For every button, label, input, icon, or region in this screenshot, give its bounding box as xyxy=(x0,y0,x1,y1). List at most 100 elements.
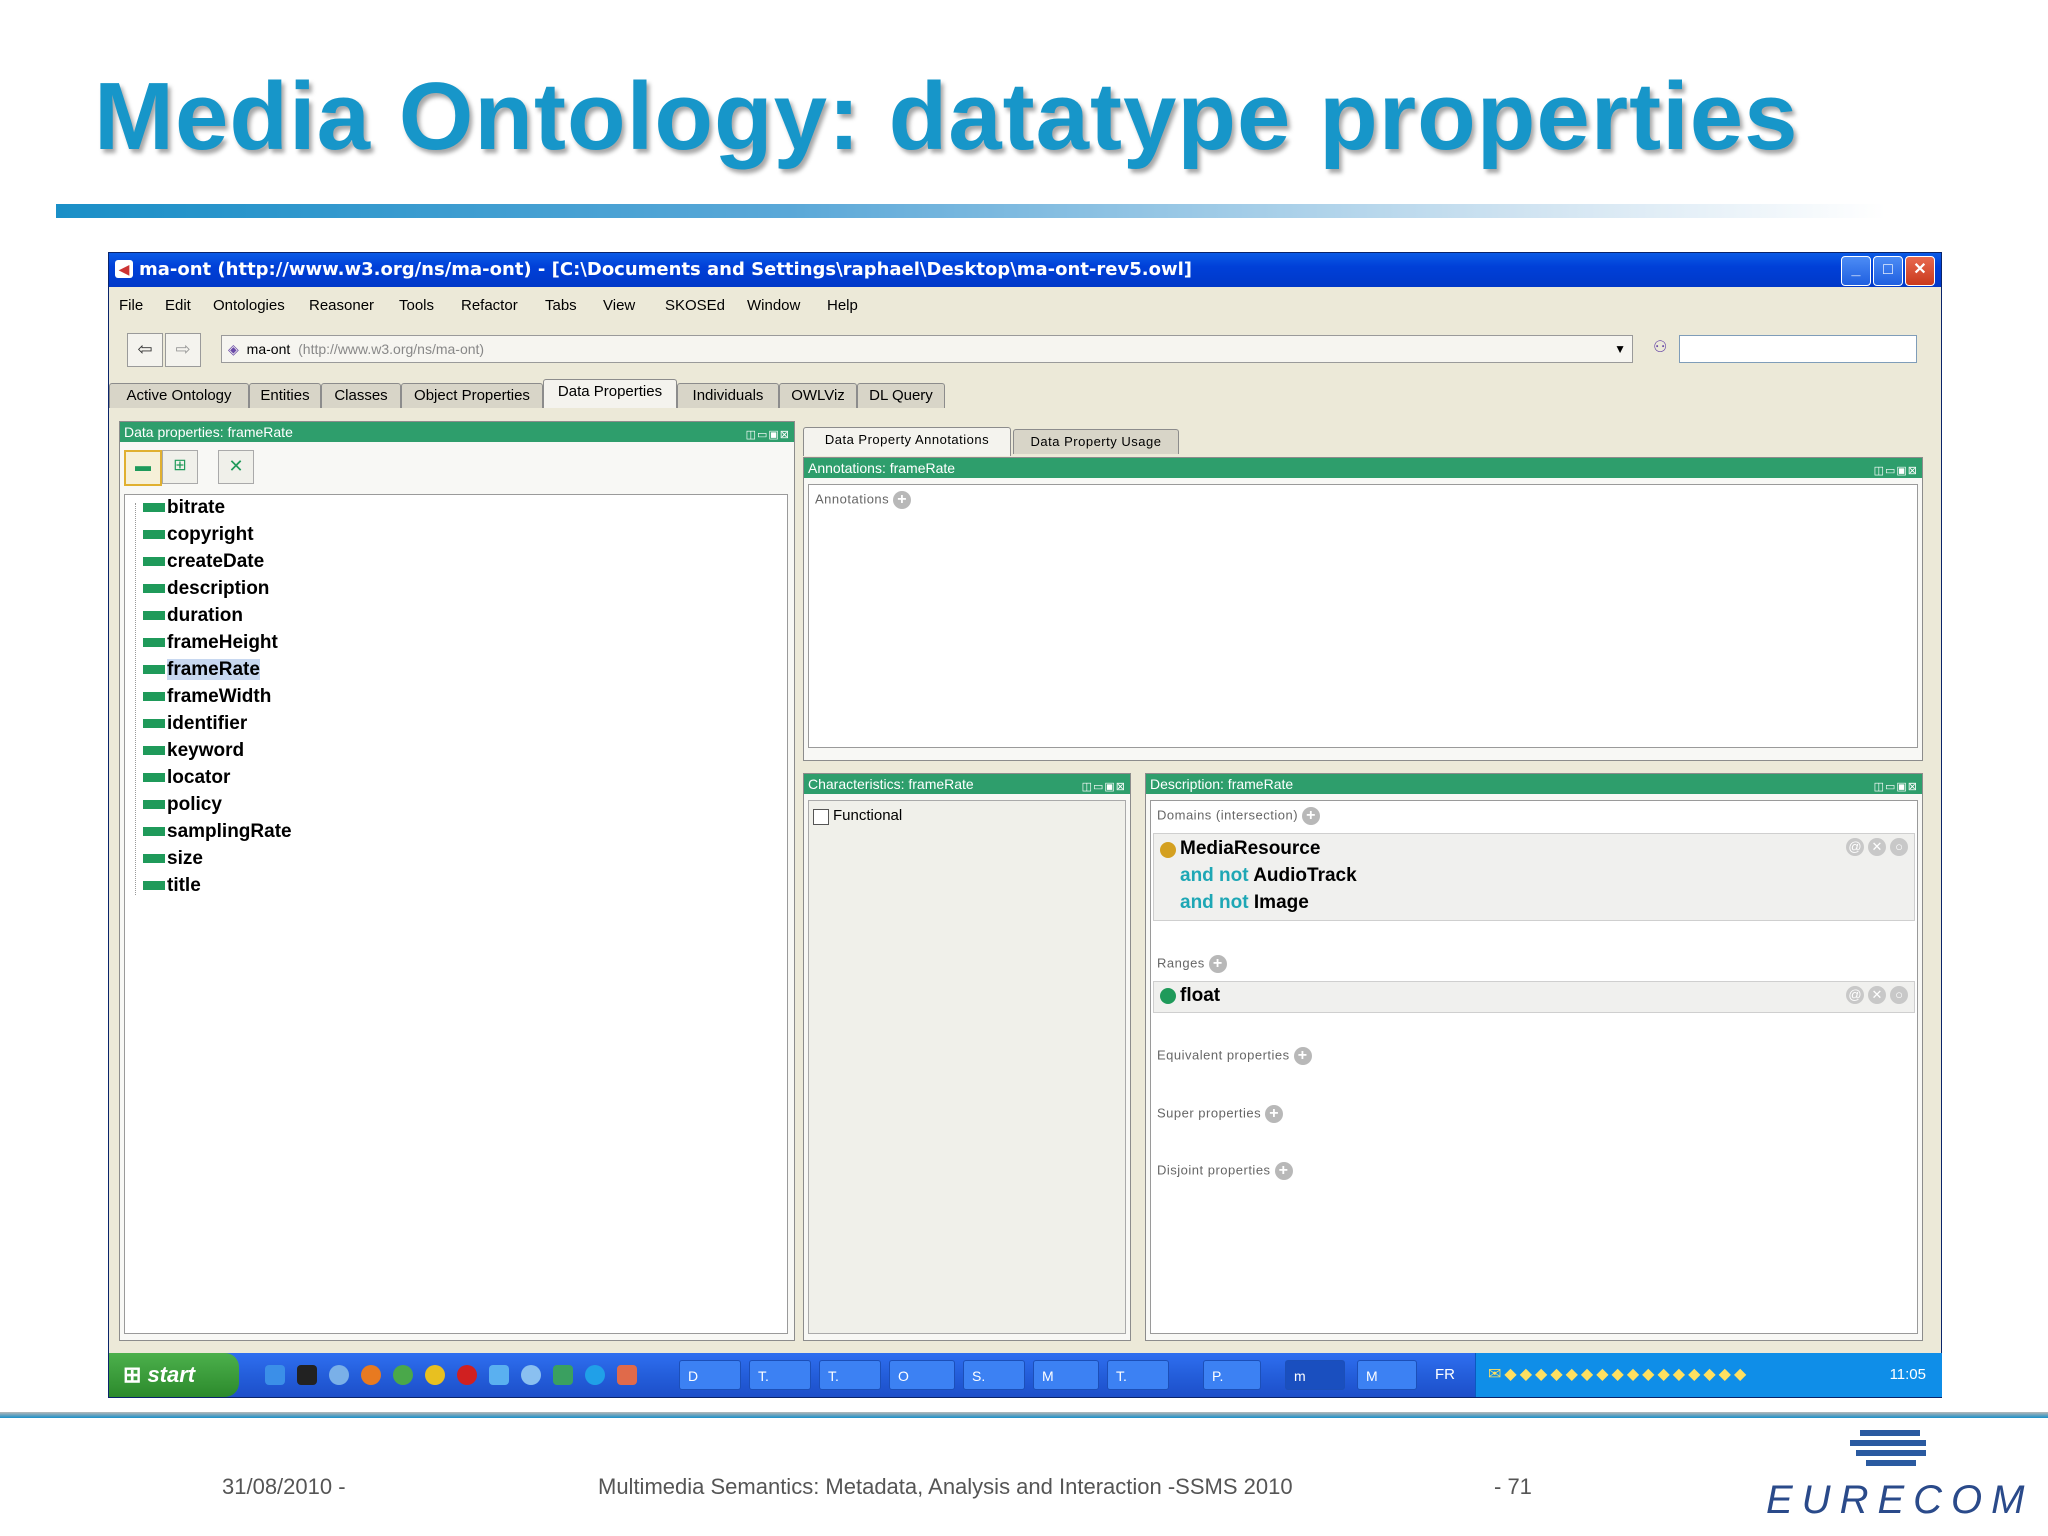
tree-item-identifier[interactable]: identifier xyxy=(143,713,247,735)
tree-item-samplingrate[interactable]: samplingRate xyxy=(143,821,292,843)
tab-active-ontology[interactable]: Active Ontology xyxy=(109,383,249,408)
menu-refactor[interactable]: Refactor xyxy=(461,297,518,314)
task-button-6[interactable]: M xyxy=(1033,1360,1099,1390)
close-button[interactable]: ✕ xyxy=(1905,256,1935,286)
delete-icon[interactable]: ✕ xyxy=(1868,986,1886,1004)
tree-item-title[interactable]: title xyxy=(143,875,201,897)
panel-controls-icon[interactable]: ◫▭▣⊠ xyxy=(1874,461,1918,481)
tab-dl-query[interactable]: DL Query xyxy=(857,383,945,408)
quicklaunch-app5-icon[interactable] xyxy=(617,1365,637,1385)
tab-data-property-usage[interactable]: Data Property Usage xyxy=(1013,429,1179,454)
menu-edit[interactable]: Edit xyxy=(165,297,191,314)
chevron-down-icon[interactable]: ▼ xyxy=(1614,336,1626,362)
tree-item-frameheight[interactable]: frameHeight xyxy=(143,632,278,654)
data-properties-panel: Data properties: frameRate ◫▭▣⊠ ▬ ⊞ ✕ bi… xyxy=(119,421,795,1341)
maximize-button[interactable]: □ xyxy=(1873,256,1903,286)
quicklaunch-chrome-icon[interactable] xyxy=(425,1365,445,1385)
quicklaunch-app-icon[interactable] xyxy=(329,1365,349,1385)
edit-icon[interactable]: ○ xyxy=(1890,838,1908,856)
quicklaunch-app2-icon[interactable] xyxy=(393,1365,413,1385)
annotate-icon[interactable]: @ xyxy=(1846,838,1864,856)
tab-classes[interactable]: Classes xyxy=(321,383,401,408)
binoculars-icon[interactable]: ⚇ xyxy=(1653,337,1667,357)
domain-expression-box[interactable]: MediaResource and not AudioTrack and not… xyxy=(1153,833,1915,921)
start-button[interactable]: ⊞ start xyxy=(109,1353,239,1397)
quicklaunch-firefox-icon[interactable] xyxy=(361,1365,381,1385)
panel-controls-icon[interactable]: ◫▭▣⊠ xyxy=(746,425,790,445)
delete-icon[interactable]: ✕ xyxy=(1868,838,1886,856)
tree-item-description[interactable]: description xyxy=(143,578,269,600)
task-button-8[interactable]: P. xyxy=(1203,1360,1261,1390)
quicklaunch-ie2-icon[interactable] xyxy=(489,1365,509,1385)
menu-skosed[interactable]: SKOSEd xyxy=(665,297,725,314)
delete-property-button[interactable]: ✕ xyxy=(218,450,254,484)
back-arrow-icon[interactable]: ⇦ xyxy=(127,333,163,367)
task-button-10[interactable]: M xyxy=(1357,1360,1417,1390)
add-super-icon[interactable]: + xyxy=(1265,1105,1284,1123)
tab-object-properties[interactable]: Object Properties xyxy=(401,383,543,408)
ontology-selector[interactable]: ◈ ma-ont (http://www.w3.org/ns/ma-ont) ▼ xyxy=(221,335,1633,363)
range-expression-box[interactable]: float @ ✕ ○ xyxy=(1153,981,1915,1013)
tree-item-keyword[interactable]: keyword xyxy=(143,740,244,762)
tab-entities[interactable]: Entities xyxy=(249,383,321,408)
menu-ontologies[interactable]: Ontologies xyxy=(213,297,285,314)
tree-item-size[interactable]: size xyxy=(143,848,203,870)
quicklaunch-skype-icon[interactable] xyxy=(585,1365,605,1385)
description-header: Description: frameRate ◫▭▣⊠ xyxy=(1146,774,1922,794)
search-input[interactable] xyxy=(1679,335,1917,363)
task-button-7[interactable]: T. xyxy=(1107,1360,1169,1390)
forward-arrow-icon[interactable]: ⇨ xyxy=(165,333,201,367)
edit-icon[interactable]: ○ xyxy=(1890,986,1908,1004)
tree-item-copyright[interactable]: copyright xyxy=(143,524,254,546)
quicklaunch-opera-icon[interactable] xyxy=(457,1365,477,1385)
task-button-5[interactable]: S. xyxy=(963,1360,1025,1390)
tab-data-property-annotations[interactable]: Data Property Annotations xyxy=(803,427,1011,456)
add-range-icon[interactable]: + xyxy=(1208,955,1227,973)
tree-item-createdate[interactable]: createDate xyxy=(143,551,264,573)
quicklaunch-app4-icon[interactable] xyxy=(553,1365,573,1385)
domain-neg-line-1: and not AudioTrack xyxy=(1180,865,1357,886)
menu-file[interactable]: File xyxy=(119,297,143,314)
language-indicator[interactable]: FR xyxy=(1435,1366,1455,1383)
task-button-9[interactable]: m xyxy=(1285,1360,1345,1390)
panel-controls-icon[interactable]: ◫▭▣⊠ xyxy=(1082,777,1126,797)
tree-item-framewidth[interactable]: frameWidth xyxy=(143,686,271,708)
window-titlebar[interactable]: ◀ ma-ont (http://www.w3.org/ns/ma-ont) -… xyxy=(109,253,1941,287)
menu-reasoner[interactable]: Reasoner xyxy=(309,297,374,314)
quicklaunch-ie-icon[interactable] xyxy=(265,1365,285,1385)
tab-individuals[interactable]: Individuals xyxy=(677,383,779,408)
panel-controls-icon[interactable]: ◫▭▣⊠ xyxy=(1874,777,1918,797)
add-disjoint-icon[interactable]: + xyxy=(1274,1162,1293,1180)
functional-checkbox[interactable] xyxy=(813,809,829,825)
tree-item-policy[interactable]: policy xyxy=(143,794,222,816)
menu-window[interactable]: Window xyxy=(747,297,800,314)
range-row-buttons: @ ✕ ○ xyxy=(1842,986,1908,1004)
menu-help[interactable]: Help xyxy=(827,297,858,314)
quicklaunch-app3-icon[interactable] xyxy=(521,1365,541,1385)
annotations-header-text: Annotations: frameRate xyxy=(808,460,956,476)
add-domain-icon[interactable]: + xyxy=(1302,807,1321,825)
tray-icons[interactable]: ✉◆◆◆◆◆◆◆◆◆◆◆◆◆◆◆◆ xyxy=(1488,1364,1749,1384)
add-subproperty-button[interactable]: ▬ xyxy=(124,450,162,486)
menu-tools[interactable]: Tools xyxy=(399,297,434,314)
menu-tabs[interactable]: Tabs xyxy=(545,297,577,314)
quicklaunch-cmd-icon[interactable] xyxy=(297,1365,317,1385)
task-button-2[interactable]: T. xyxy=(749,1360,811,1390)
minimize-button[interactable]: _ xyxy=(1841,256,1871,286)
tab-owlviz[interactable]: OWLViz xyxy=(779,383,857,408)
tree-item-bitrate[interactable]: bitrate xyxy=(143,497,225,519)
annotate-icon[interactable]: @ xyxy=(1846,986,1864,1004)
task-button-3[interactable]: T. xyxy=(819,1360,881,1390)
menu-view[interactable]: View xyxy=(603,297,635,314)
add-sibling-button[interactable]: ⊞ xyxy=(162,450,198,484)
tree-item-duration[interactable]: duration xyxy=(143,605,243,627)
tab-data-properties[interactable]: Data Properties xyxy=(543,379,677,408)
protege-window: ◀ ma-ont (http://www.w3.org/ns/ma-ont) -… xyxy=(108,252,1942,1398)
task-button-4[interactable]: O xyxy=(889,1360,955,1390)
add-annotation-icon[interactable]: + xyxy=(893,491,912,509)
ontology-icon: ◈ xyxy=(228,341,239,357)
tree-item-framerate[interactable]: frameRate xyxy=(143,659,260,681)
add-equivalent-icon[interactable]: + xyxy=(1293,1047,1312,1065)
task-button-1[interactable]: D xyxy=(679,1360,741,1390)
tree-item-locator[interactable]: locator xyxy=(143,767,230,789)
